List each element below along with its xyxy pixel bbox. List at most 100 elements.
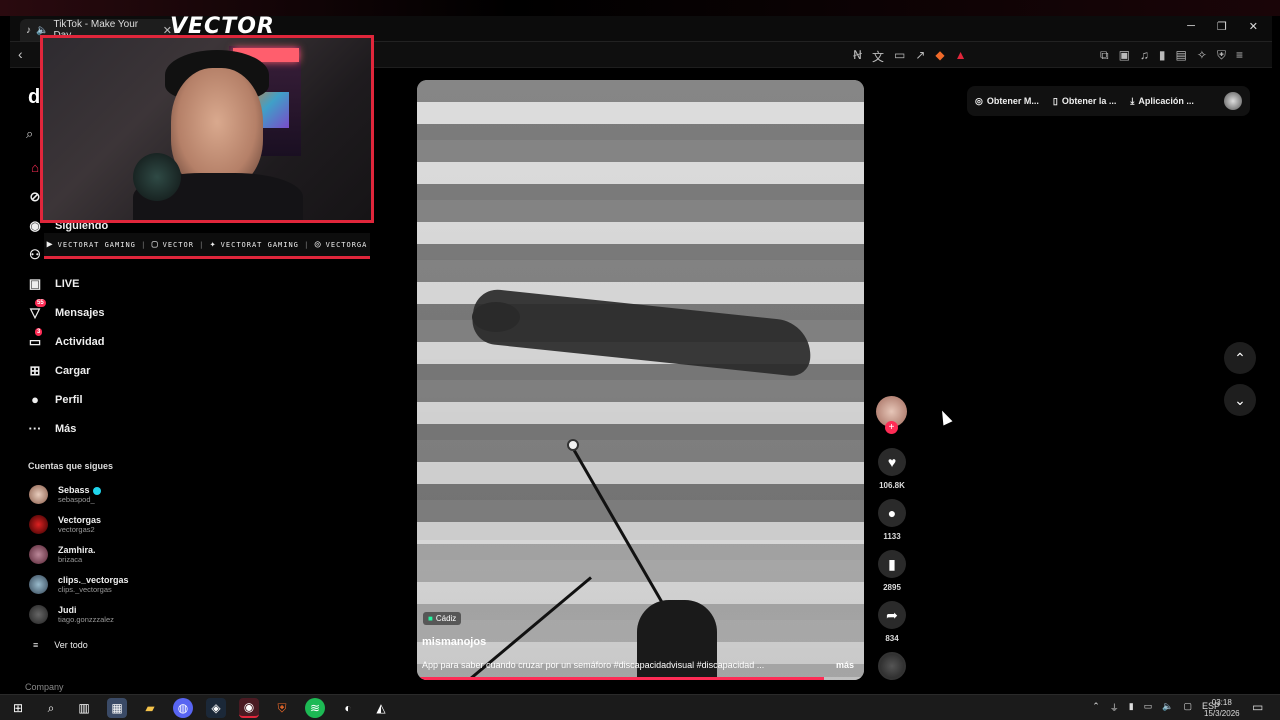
mouse-cursor (937, 408, 953, 426)
cast-icon[interactable]: ▭ (894, 48, 905, 65)
save-button[interactable]: ▮ 2895 (877, 550, 907, 592)
sidebar-item-upload[interactable]: ⊞ Cargar (27, 363, 91, 379)
account-name: Sebass (58, 485, 90, 495)
video-progress-bar[interactable] (417, 677, 864, 680)
menu-icon[interactable]: ≡ (1236, 48, 1243, 63)
account-handle: brizaca (58, 555, 83, 564)
back-arrow-icon[interactable]: ‹ (18, 46, 23, 62)
brave-shield-icon[interactable]: ◆ (935, 48, 944, 65)
desktop-app-button[interactable]: ⤓ Aplicación ... (1130, 96, 1194, 107)
next-video-button[interactable]: ⌄ (1224, 384, 1256, 416)
like-button[interactable]: ♥ 106.8K (877, 448, 907, 490)
app-icon[interactable]: ▦ (107, 698, 127, 718)
cane-tip (567, 439, 579, 451)
leo-ai-icon[interactable]: ✧ (1197, 48, 1207, 63)
see-all-button[interactable]: ≡ Ver todo (33, 640, 88, 650)
avatar[interactable] (1224, 92, 1242, 110)
sidebar-item-profile[interactable]: ● Perfil (27, 392, 82, 407)
tracking-off-icon[interactable]: Ꞥ (853, 48, 862, 65)
audio-device-icon[interactable]: ▢ (1183, 701, 1192, 714)
account-name: Zamhira. (58, 545, 96, 555)
video-player[interactable]: ■ Cádiz mismanojos App para saber cuando… (417, 80, 864, 680)
get-app-button[interactable]: ▯ Obtener la ... (1053, 96, 1116, 107)
system-tray: ⌃ ⏚ ▮ ▭ 🔈 ▢ ESP (1092, 701, 1220, 714)
vpn-icon[interactable]: ⛨ (1217, 48, 1226, 63)
wallet-alt-icon[interactable]: ▤ (1176, 48, 1187, 63)
share-icon[interactable]: ↗ (915, 48, 925, 65)
social-instagram: ◎ VECTORGA (315, 239, 368, 250)
sidebar-item-live[interactable]: ▣ LIVE (27, 276, 80, 292)
window-minimize-button[interactable]: ─ (1187, 20, 1195, 33)
volume-icon[interactable]: 🔈 (1162, 701, 1173, 714)
clock-time: 03:18 (1211, 698, 1232, 707)
windows-start-icon[interactable]: ⊞ (8, 698, 28, 718)
spotify-icon[interactable]: ≋ (305, 698, 325, 718)
social-label: VECTORAT GAMING (220, 240, 299, 249)
sidebar-item-more[interactable]: ··· Más (27, 421, 77, 436)
follow-plus-icon[interactable]: + (885, 421, 898, 434)
top-actions-bar: ◎ Obtener M... ▯ Obtener la ... ⤓ Aplicació… (967, 86, 1250, 116)
obs-icon[interactable]: ◉ (239, 698, 259, 718)
tab-audio-icon[interactable]: 🔈 (36, 25, 48, 36)
friends-icon: ⚇ (29, 247, 41, 262)
wallet-icon[interactable]: ▣ (1119, 48, 1130, 63)
sidebar-item-messages[interactable]: ▽ 55 Mensajes (27, 299, 105, 321)
avatar (29, 515, 48, 534)
list-item[interactable]: Sebass sebaspod_ (29, 485, 101, 504)
tiktok-favicon-icon: ♪ (26, 24, 31, 36)
company-link[interactable]: Company (25, 682, 64, 692)
network-icon[interactable]: ▭ (1144, 701, 1153, 714)
verified-badge-icon (92, 486, 101, 495)
divider: | (141, 240, 147, 249)
list-item[interactable]: clips._vectorgas clips._vectorgas (29, 575, 129, 594)
social-label: VECTOR (162, 240, 194, 249)
task-view-icon[interactable]: ▥ (74, 698, 94, 718)
brave-browser-icon[interactable]: ⛨ (272, 698, 292, 718)
chevron-down-icon: ⌄ (1234, 391, 1246, 408)
list-icon: ≡ (33, 640, 39, 650)
music-disc[interactable] (878, 652, 906, 680)
window-close-button[interactable]: ✕ (1249, 20, 1258, 33)
previous-video-button[interactable]: ⌃ (1224, 342, 1256, 374)
sidebar-toggle-icon[interactable]: ▮ (1159, 48, 1166, 63)
location-chip[interactable]: ■ Cádiz (423, 612, 462, 625)
caption-more-button[interactable]: más (836, 660, 854, 670)
list-item[interactable]: Vectorgas vectorgas2 (29, 515, 101, 534)
file-explorer-icon[interactable]: ▰ (140, 698, 160, 718)
profile-icon: ● (31, 392, 39, 407)
window-restore-button[interactable]: ❐ (1217, 20, 1227, 33)
tiktok-logo-icon[interactable]: d (28, 86, 40, 109)
notifications-icon[interactable]: ▭ (1252, 700, 1263, 714)
music-icon[interactable]: ♫ (1140, 48, 1149, 63)
discord-icon[interactable]: ◍ (173, 698, 193, 718)
extensions-icon[interactable]: ⧉ (1100, 48, 1109, 63)
steam-icon[interactable]: ◈ (206, 698, 226, 718)
streamer-face (171, 68, 263, 188)
webcam-overlay (40, 35, 374, 223)
list-item[interactable]: Judi tiago.gonzzzalez (29, 605, 114, 624)
get-coins-button[interactable]: ◎ Obtener M... (975, 96, 1039, 107)
microphone (133, 153, 181, 201)
sidebar-item-activity[interactable]: ▭ 3 Actividad (27, 328, 105, 350)
search-icon[interactable]: ⌕ (41, 698, 61, 718)
sidebar-item-friends[interactable]: ⚇ (27, 247, 43, 263)
mic-icon[interactable]: ▮ (1129, 701, 1134, 714)
brave-rewards-icon[interactable]: ▲ (955, 48, 967, 65)
comment-count: 1133 (883, 532, 901, 541)
account-name: Judi (58, 605, 77, 615)
app-icon[interactable]: ◭ (371, 698, 391, 718)
usb-icon[interactable]: ⏚ (1110, 701, 1119, 714)
list-item[interactable]: Zamhira. brizaca (29, 545, 96, 564)
comment-button[interactable]: ● 1133 (877, 499, 907, 541)
app-icon[interactable]: ◐ (338, 698, 358, 718)
search-icon[interactable]: ⌕ (26, 126, 33, 142)
chevron-up-icon[interactable]: ⌃ (1092, 701, 1100, 714)
clock[interactable]: 03:18 15/3/2026 (1204, 697, 1240, 719)
sidebar-item-label: LIVE (55, 278, 80, 290)
button-label: Obtener la ... (1061, 96, 1117, 106)
account-handle: sebaspod_ (58, 495, 95, 504)
share-button[interactable]: ➦ 834 (877, 601, 907, 643)
download-icon: ⤓ (1130, 95, 1135, 106)
translate-icon[interactable]: 文 (872, 48, 884, 65)
video-author[interactable]: mismanojos (422, 636, 486, 648)
